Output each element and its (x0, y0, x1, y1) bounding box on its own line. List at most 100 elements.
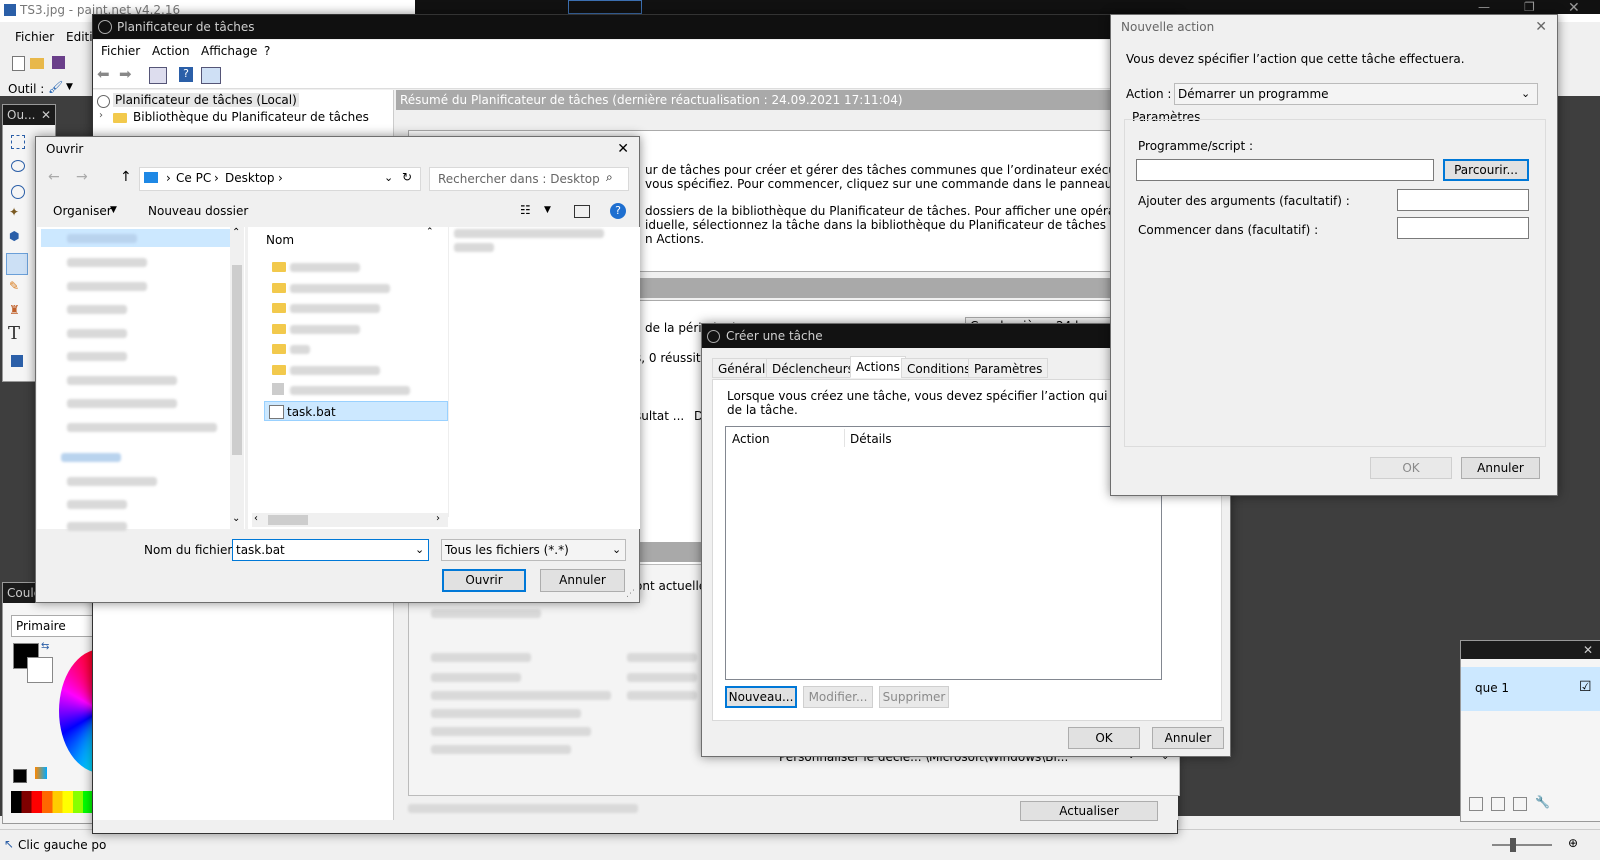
browse-button[interactable]: Parcourir... (1443, 159, 1529, 181)
search-icon[interactable]: ⌕ (606, 170, 613, 185)
forward-icon[interactable]: → (76, 169, 88, 185)
create-ok-button[interactable]: OK (1068, 727, 1140, 749)
column-name-header[interactable]: Nom (266, 233, 294, 247)
h-scrollbar[interactable]: ‹ › (252, 513, 448, 527)
args-input[interactable] (1397, 189, 1529, 211)
paintbrush-tool-icon[interactable] (6, 253, 28, 275)
palette-menu-icon[interactable] (35, 767, 47, 779)
tab-general[interactable]: Général (712, 358, 772, 378)
nav-scrollbar[interactable]: ⌃ ⌄ (230, 227, 244, 529)
new-action-ok-button[interactable]: OK (1370, 457, 1452, 479)
open-button[interactable]: Ouvrir (442, 569, 526, 592)
file-item-task-bat[interactable]: task.bat (264, 401, 448, 421)
back-arrow-icon[interactable]: ⬅ (97, 65, 110, 83)
tab-conditions[interactable]: Conditions (901, 358, 977, 378)
layer-visible-checkbox[interactable]: ☑ (1579, 679, 1592, 695)
scroll-right-icon[interactable]: › (436, 513, 440, 524)
secondary-color-swatch[interactable] (27, 657, 53, 683)
start-in-input[interactable] (1397, 217, 1529, 239)
expand-chevron-icon[interactable]: › (99, 110, 103, 121)
resize-grip-icon[interactable]: ⋰ (626, 589, 635, 599)
new-file-icon[interactable] (12, 56, 25, 71)
forward-arrow-icon[interactable]: ➡ (119, 65, 132, 83)
delete-layer-icon[interactable] (1513, 797, 1527, 811)
add-layer-icon[interactable] (1469, 797, 1483, 811)
swap-colors-icon[interactable]: ⇆ (41, 641, 49, 652)
search-box[interactable]: Rechercher dans : Desktop ⌕ (429, 167, 629, 191)
cancel-button[interactable]: Annuler (540, 569, 625, 592)
new-action-button[interactable]: Nouveau... (725, 686, 797, 708)
menu-affichage[interactable]: Affichage (201, 44, 257, 58)
close-icon[interactable]: ✕ (1568, 0, 1580, 16)
palette-strip[interactable] (11, 791, 97, 813)
paint-menu-file[interactable]: Fichier (15, 30, 54, 44)
tab-settings[interactable]: Paramètres (968, 358, 1049, 378)
menu-action[interactable]: Action (152, 44, 190, 58)
layers-close-icon[interactable]: ✕ (1583, 643, 1593, 657)
layer-row[interactable]: que 1 ☑ (1461, 667, 1600, 711)
col-action-header[interactable]: Action (732, 432, 770, 446)
address-bar[interactable]: › Ce PC › Desktop › ⌄ ↻ (139, 167, 421, 191)
zoom-thumb[interactable] (1510, 838, 1516, 852)
duplicate-layer-icon[interactable] (1491, 797, 1505, 811)
organize-button[interactable]: Organiser (53, 204, 112, 218)
filetype-select[interactable]: Tous les fichiers (*.*) ⌄ (441, 539, 626, 561)
view-options-icon[interactable]: ☷ (520, 203, 531, 217)
scroll-down-icon[interactable]: ⌄ (232, 513, 240, 524)
paint-bucket-icon[interactable]: ⬢ (9, 229, 19, 243)
scroll-thumb[interactable] (232, 265, 242, 455)
filename-input[interactable]: task.bat ⌄ (232, 539, 429, 561)
show-pane-icon[interactable] (201, 67, 221, 84)
path-segment-desktop[interactable]: Desktop (225, 171, 275, 185)
show-tree-icon[interactable] (149, 67, 167, 84)
preview-pane-icon[interactable] (574, 205, 590, 218)
pencil-icon[interactable]: ✎ (9, 279, 19, 293)
h-scroll-thumb[interactable] (268, 515, 308, 525)
create-cancel-button[interactable]: Annuler (1152, 727, 1224, 749)
address-dropdown-icon[interactable]: ⌄ (384, 171, 393, 184)
program-input[interactable] (1136, 159, 1434, 181)
close-icon[interactable]: ✕ (617, 137, 629, 161)
rect-select-icon[interactable] (11, 135, 25, 149)
help-icon[interactable]: ? (610, 203, 626, 219)
zoom-icon[interactable]: ⊕ (1568, 836, 1578, 850)
new-folder-button[interactable]: Nouveau dossier (148, 204, 248, 218)
chevron-down-icon[interactable]: ⌄ (415, 540, 424, 560)
shapes-icon[interactable] (11, 355, 23, 367)
tools-close-icon[interactable]: ✕ (41, 108, 51, 122)
refresh-button[interactable]: Actualiser (1020, 801, 1158, 821)
back-icon[interactable]: ← (48, 169, 60, 185)
chevron-down-icon[interactable]: ⌄ (612, 540, 621, 560)
clone-stamp-icon[interactable]: ♜ (9, 303, 20, 317)
tab-triggers[interactable]: Déclencheurs (766, 358, 860, 378)
refresh-icon[interactable]: ↻ (402, 170, 412, 184)
scroll-left-icon[interactable]: ‹ (254, 513, 258, 524)
save-icon[interactable] (52, 56, 65, 69)
scroll-up-icon[interactable]: ⌃ (232, 227, 240, 238)
primary-select[interactable]: Primaire (11, 615, 103, 637)
col-details-header[interactable]: Détails (850, 432, 892, 446)
chevron-down-icon[interactable]: ▼ (110, 205, 117, 215)
menu-fichier[interactable]: Fichier (101, 44, 140, 58)
layer-properties-icon[interactable]: 🔧 (1535, 795, 1550, 809)
minimize-icon[interactable]: — (1478, 0, 1490, 14)
new-action-cancel-button[interactable]: Annuler (1461, 457, 1540, 479)
close-icon[interactable]: ✕ (1535, 15, 1547, 39)
action-select[interactable]: Démarrer un programme ⌄ (1174, 83, 1538, 105)
palette-toggle-icon[interactable] (13, 769, 27, 783)
tab-actions[interactable]: Actions (850, 356, 906, 378)
text-tool-icon[interactable]: T (8, 323, 20, 344)
chevron-down-icon[interactable]: ▼ (66, 82, 73, 92)
ellipse-icon[interactable] (11, 185, 25, 199)
lasso-icon[interactable] (11, 160, 25, 172)
brush-tool-icon[interactable]: 🖌 (48, 80, 63, 94)
path-segment-pc[interactable]: Ce PC (176, 171, 211, 185)
maximize-icon[interactable]: ❐ (1524, 0, 1535, 14)
magic-wand-icon[interactable]: ✦ (9, 205, 19, 219)
open-folder-icon[interactable] (30, 58, 44, 69)
up-icon[interactable]: ↑ (120, 169, 132, 185)
menu-help[interactable]: ? (264, 44, 270, 58)
edit-action-button[interactable]: Modifier... (803, 686, 873, 708)
help-icon[interactable]: ? (179, 67, 193, 82)
zoom-slider[interactable] (1492, 844, 1552, 846)
